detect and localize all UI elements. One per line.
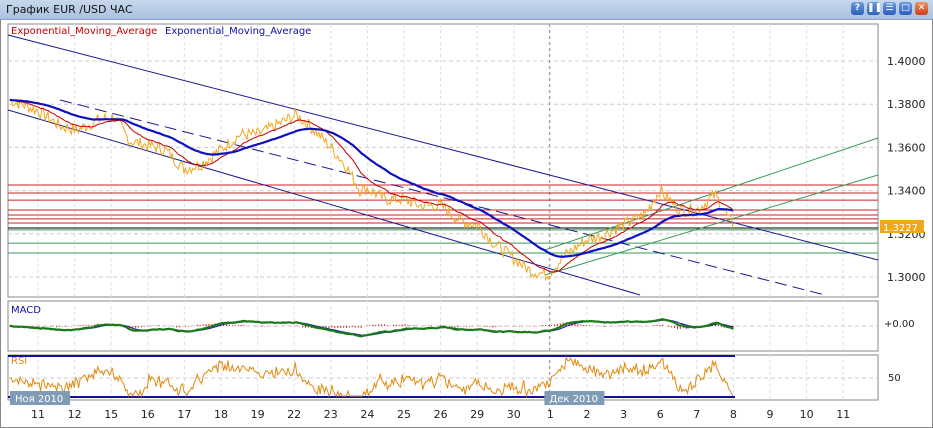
x-tick-label: 11 [31,408,45,421]
x-tick-label: 29 [470,408,484,421]
month-label: Дек 2010 [549,394,598,405]
x-tick-label: 3 [620,408,627,421]
macd-label: MACD [11,305,41,316]
macd-zero-label: +0.00 [884,319,915,330]
main-pane [7,23,879,298]
x-tick-label: 2 [584,408,591,421]
current-price: 1.3227 [883,223,918,234]
x-tick-label: 9 [767,408,774,421]
legend-ema-red: Exponential_Moving_Average [11,26,157,37]
x-tick-label: 6 [657,408,664,421]
x-tick-label: 30 [507,408,521,421]
x-tick-label: 11 [836,408,850,421]
rsi-mid-label: 50 [888,373,901,384]
y-tick-label: 1.4000 [887,55,926,68]
x-tick-label: 25 [397,408,411,421]
x-tick-label: 18 [214,408,228,421]
month-label: Ноя 2010 [15,394,63,405]
x-tick-label: 15 [104,408,118,421]
x-tick-label: 26 [434,408,448,421]
x-tick-label: 23 [324,408,338,421]
x-tick-label: 16 [141,408,155,421]
rsi-label: RSI [11,356,27,367]
y-tick-label: 1.3000 [887,271,926,284]
y-tick-label: 1.3800 [887,98,926,111]
x-tick-label: 19 [251,408,265,421]
x-tick-label: 12 [68,408,82,421]
x-tick-label: 22 [287,408,301,421]
y-tick-label: 1.3600 [887,141,926,154]
legend-ema-blue: Exponential_Moving_Average [165,26,311,37]
y-tick-label: 1.3400 [887,185,926,198]
x-tick-label: 7 [693,408,700,421]
x-tick-label: 17 [177,408,191,421]
x-tick-label: 8 [730,408,737,421]
x-tick-label: 10 [800,408,814,421]
x-tick-label: 24 [360,408,374,421]
price-chart[interactable]: 1.40001.38001.36001.34001.32001.300011 12… [0,0,933,428]
x-tick-label: 1 [547,408,554,421]
